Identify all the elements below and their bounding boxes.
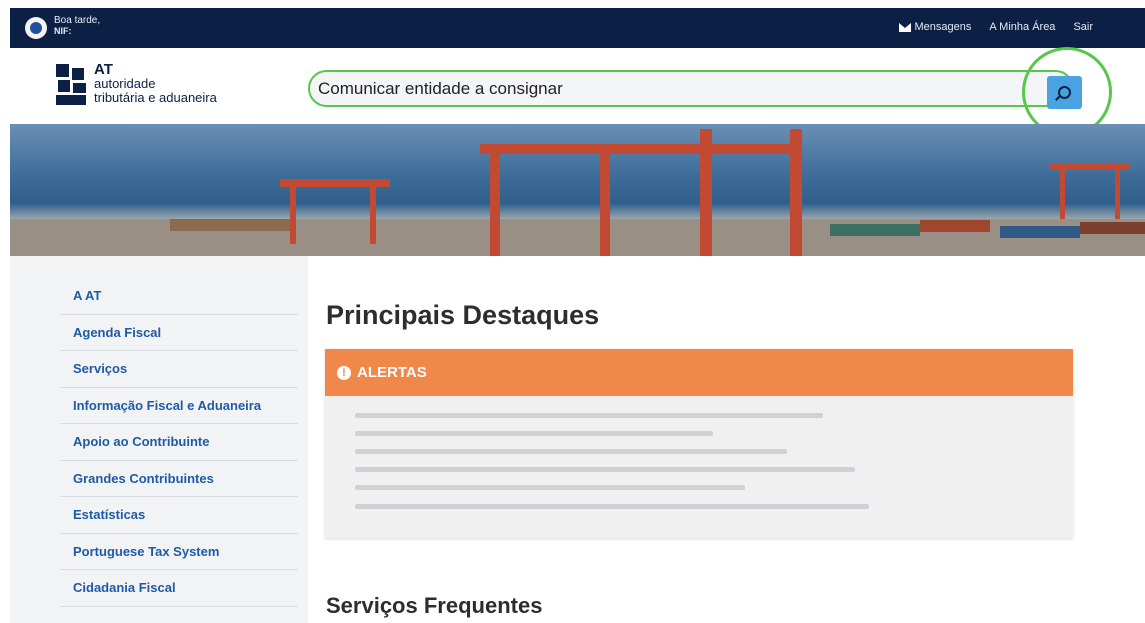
sidebar-item-cidadania-fiscal[interactable]: Cidadania Fiscal <box>60 570 298 607</box>
alert-placeholder-line <box>355 431 713 436</box>
sidebar-item-apoio-contribuinte[interactable]: Apoio ao Contribuinte <box>60 424 298 461</box>
logo-line-2: autoridade <box>94 76 156 91</box>
alert-placeholder-line <box>355 504 869 509</box>
hero-banner-image <box>10 124 1145 256</box>
sidebar-item-estatisticas[interactable]: Estatísticas <box>60 497 298 534</box>
greeting-text: Boa tarde, <box>54 15 101 26</box>
logout-link[interactable]: Sair <box>1073 21 1093 33</box>
at-logo-icon[interactable] <box>56 64 86 106</box>
envelope-icon <box>898 22 911 32</box>
search-input[interactable] <box>318 77 1038 101</box>
sidebar-item-a-at[interactable]: A AT <box>60 278 298 315</box>
top-bar: Boa tarde, NIF: Mensagens A Minha Área S… <box>10 8 1145 48</box>
sidebar-item-portuguese-tax-system[interactable]: Portuguese Tax System <box>60 534 298 570</box>
page: Boa tarde, NIF: Mensagens A Minha Área S… <box>10 8 1145 623</box>
alert-placeholder-line <box>355 413 823 418</box>
alerts-header[interactable]: ! ALERTAS <box>325 349 1073 396</box>
user-avatar-icon[interactable] <box>25 17 47 39</box>
alerts-panel: ! ALERTAS <box>325 349 1073 538</box>
my-area-link[interactable]: A Minha Área <box>989 21 1055 33</box>
sidebar-item-agenda-fiscal[interactable]: Agenda Fiscal <box>60 315 298 351</box>
search-bar <box>308 70 1074 107</box>
sidebar-nav: A AT Agenda Fiscal Serviços Informação F… <box>60 278 298 607</box>
nif-label: NIF: <box>54 26 72 36</box>
section-title-frequent-services: Serviços Frequentes <box>326 593 543 618</box>
logo-line-1: AT <box>94 61 113 78</box>
logo-line-3: tributária e aduaneira <box>94 90 217 105</box>
alert-placeholder-line <box>355 485 745 490</box>
messages-link[interactable]: Mensagens <box>898 21 972 33</box>
sidebar-item-servicos[interactable]: Serviços <box>60 351 298 388</box>
user-greeting: Boa tarde, NIF: <box>54 15 100 37</box>
alerts-label: ALERTAS <box>357 364 427 381</box>
exclamation-circle-icon: ! <box>337 365 351 380</box>
sidebar: A AT Agenda Fiscal Serviços Informação F… <box>10 256 308 623</box>
alert-placeholder-line <box>355 467 855 472</box>
header: AT autoridade tributária e aduaneira <box>10 48 1145 124</box>
sidebar-item-grandes-contribuintes[interactable]: Grandes Contribuintes <box>60 461 298 497</box>
sidebar-item-informacao-fiscal[interactable]: Informação Fiscal e Aduaneira <box>60 388 298 424</box>
logo-text[interactable]: AT autoridade tributária e aduaneira <box>94 61 217 105</box>
messages-label: Mensagens <box>914 21 972 33</box>
page-title: Principais Destaques <box>326 300 600 330</box>
top-nav: Mensagens A Minha Área Sair <box>898 21 1093 33</box>
alert-placeholder-line <box>355 449 787 454</box>
